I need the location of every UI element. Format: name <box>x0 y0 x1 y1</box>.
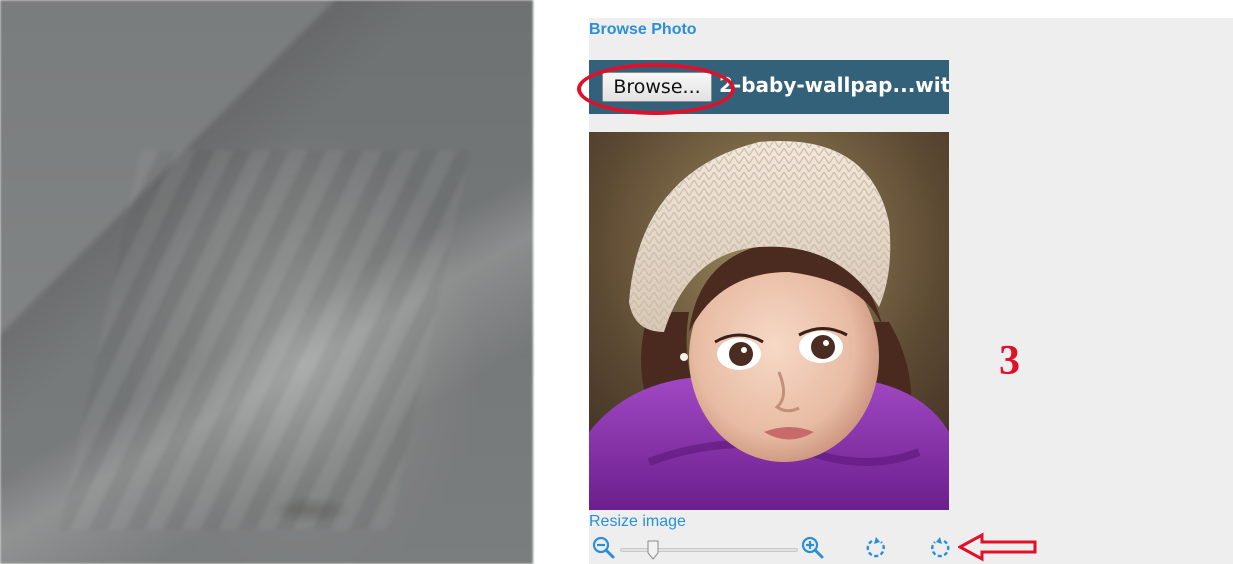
baby-photo <box>589 132 949 510</box>
zoom-in-button[interactable] <box>801 536 825 564</box>
photo-preview[interactable] <box>589 132 949 510</box>
selected-file-name: 2-baby-wallpap...with- <box>719 73 949 97</box>
rotate-right-icon <box>931 537 950 558</box>
rotate-left-button[interactable] <box>864 536 888 564</box>
highlight-ellipse <box>577 63 735 115</box>
pointer-arrow-icon <box>958 532 1037 562</box>
step-number-label: 3 <box>999 338 1020 384</box>
page: Browse Photo Browse... 2-baby-wallpap...… <box>0 0 1233 564</box>
browse-photo-heading: Browse Photo <box>589 21 697 38</box>
zoom-out-button[interactable] <box>592 536 616 564</box>
zoom-out-icon <box>592 536 615 559</box>
resize-image-label: Resize image <box>589 513 686 530</box>
rotate-right-button[interactable] <box>928 536 952 564</box>
zoom-in-icon <box>801 536 824 559</box>
rotate-left-icon <box>866 537 885 558</box>
zoom-slider-handle[interactable] <box>647 540 659 560</box>
